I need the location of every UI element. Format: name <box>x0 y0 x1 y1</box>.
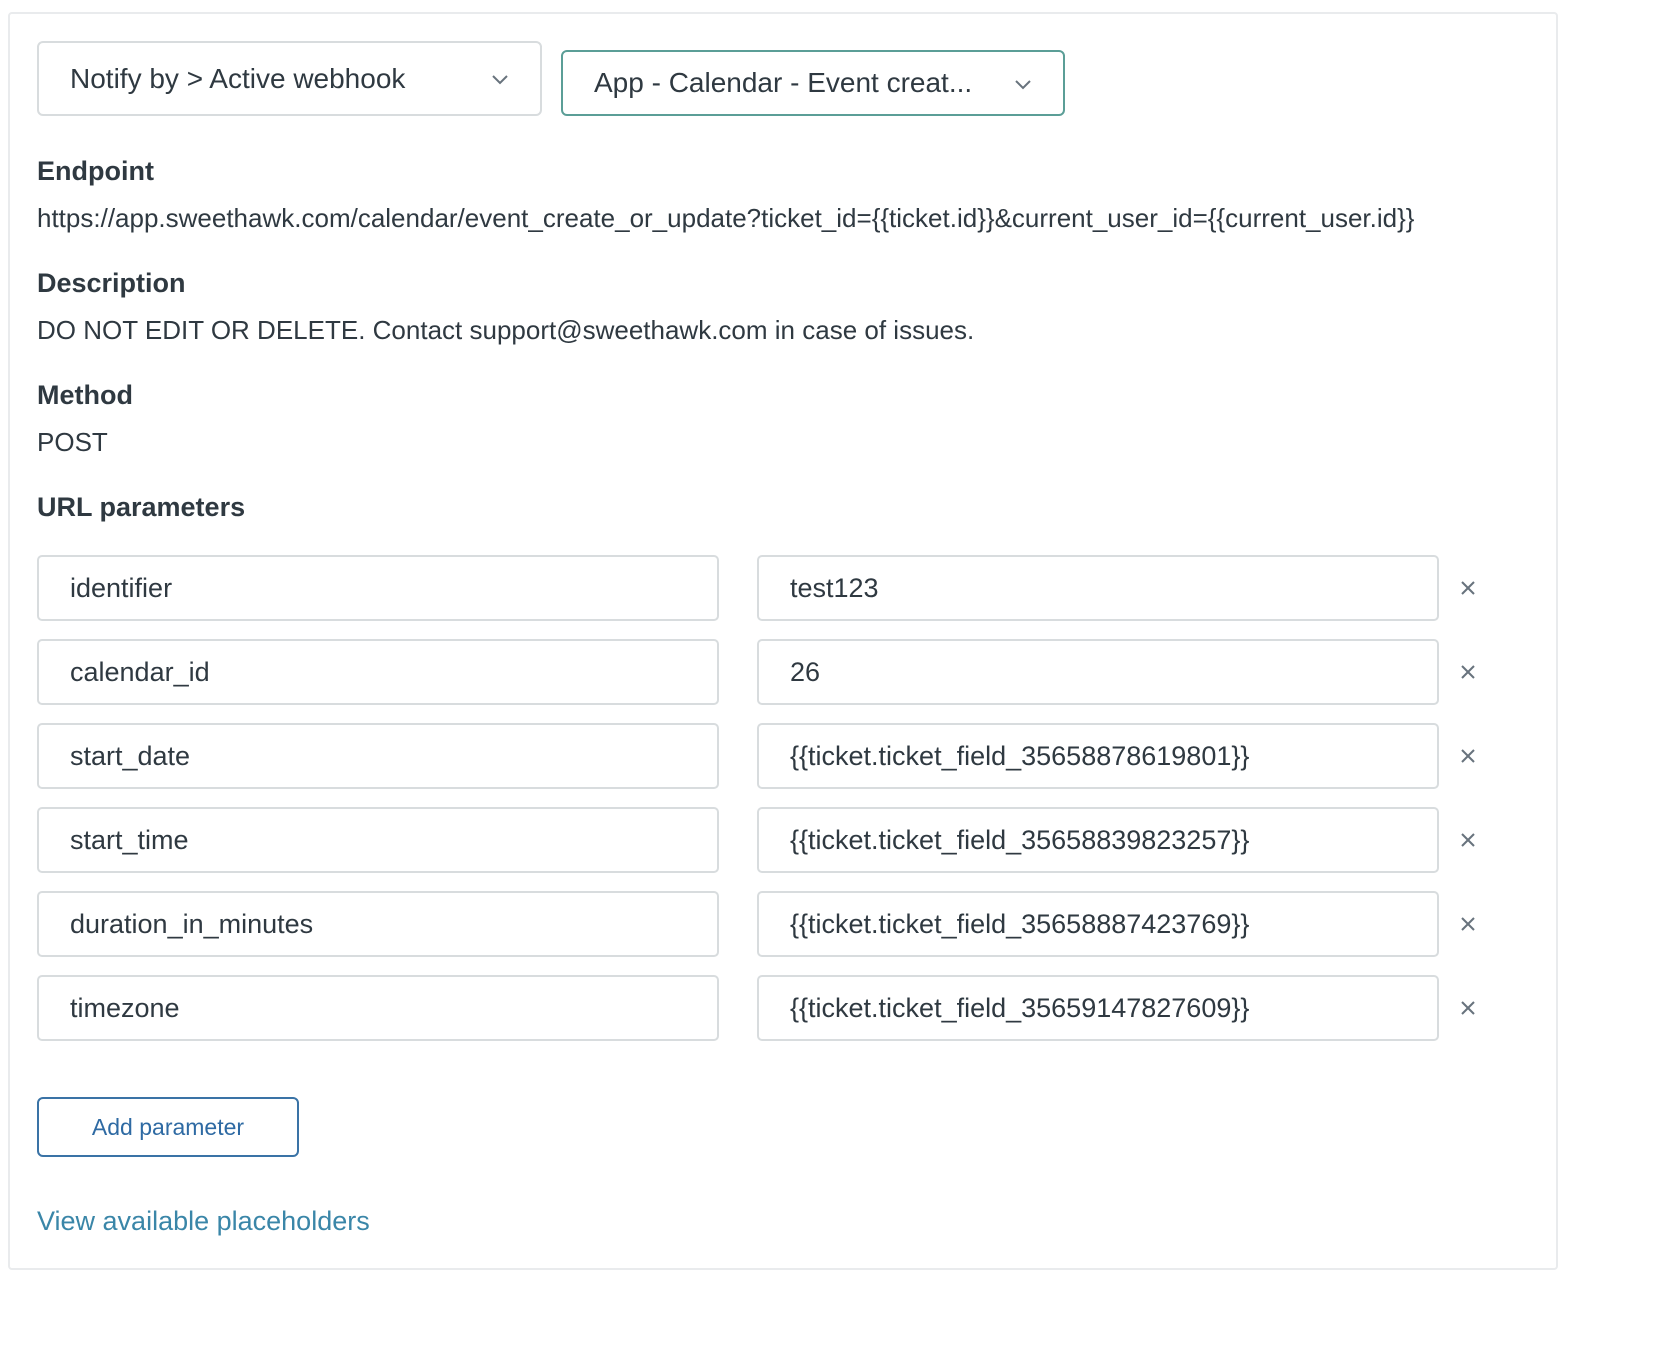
url-parameter-row: duration_in_minutes {{ticket.ticket_fiel… <box>37 891 1537 957</box>
notify-by-select-value: Notify by > Active webhook <box>70 62 406 94</box>
param-value-input[interactable]: {{ticket.ticket_field_35658839823257}} <box>757 807 1439 873</box>
param-key-input[interactable]: identifier <box>37 555 719 621</box>
url-parameters-label: URL parameters <box>37 492 246 522</box>
description-value: DO NOT EDIT OR DELETE. Contact support@s… <box>37 315 975 345</box>
close-icon[interactable] <box>1455 827 1481 853</box>
url-parameter-row: start_date {{ticket.ticket_field_3565887… <box>37 723 1537 789</box>
param-value-input[interactable]: {{ticket.ticket_field_35658878619801}} <box>757 723 1439 789</box>
method-value: POST <box>37 427 108 457</box>
chevron-down-icon <box>1015 80 1031 90</box>
param-key-input[interactable]: duration_in_minutes <box>37 891 719 957</box>
webhook-select-value: App - Calendar - Event creat... <box>594 67 973 98</box>
param-value-input[interactable]: test123 <box>757 555 1439 621</box>
close-icon[interactable] <box>1455 575 1481 601</box>
endpoint-value: https://app.sweethawk.com/calendar/event… <box>37 203 1415 233</box>
description-label: Description <box>37 268 186 298</box>
param-value-input[interactable]: {{ticket.ticket_field_35658887423769}} <box>757 891 1439 957</box>
param-key-input[interactable]: calendar_id <box>37 639 719 705</box>
notify-by-select[interactable]: Notify by > Active webhook <box>37 41 542 116</box>
url-parameter-row: identifier test123 <box>37 555 1537 621</box>
close-icon[interactable] <box>1455 911 1481 937</box>
view-placeholders-link[interactable]: View available placeholders <box>37 1206 370 1237</box>
close-icon[interactable] <box>1455 995 1481 1021</box>
param-key-input[interactable]: start_date <box>37 723 719 789</box>
close-icon[interactable] <box>1455 743 1481 769</box>
param-value-input[interactable]: {{ticket.ticket_field_35659147827609}} <box>757 975 1439 1041</box>
url-parameter-row: calendar_id 26 <box>37 639 1537 705</box>
webhook-select[interactable]: App - Calendar - Event creat... <box>561 50 1065 116</box>
close-icon[interactable] <box>1455 659 1481 685</box>
url-parameter-row: timezone {{ticket.ticket_field_356591478… <box>37 975 1537 1041</box>
method-label: Method <box>37 380 133 410</box>
chevron-down-icon <box>492 75 508 85</box>
param-value-input[interactable]: 26 <box>757 639 1439 705</box>
add-parameter-button[interactable]: Add parameter <box>37 1097 299 1157</box>
param-key-input[interactable]: timezone <box>37 975 719 1041</box>
url-parameter-row: start_time {{ticket.ticket_field_3565883… <box>37 807 1537 873</box>
endpoint-label: Endpoint <box>37 156 154 186</box>
param-key-input[interactable]: start_time <box>37 807 719 873</box>
